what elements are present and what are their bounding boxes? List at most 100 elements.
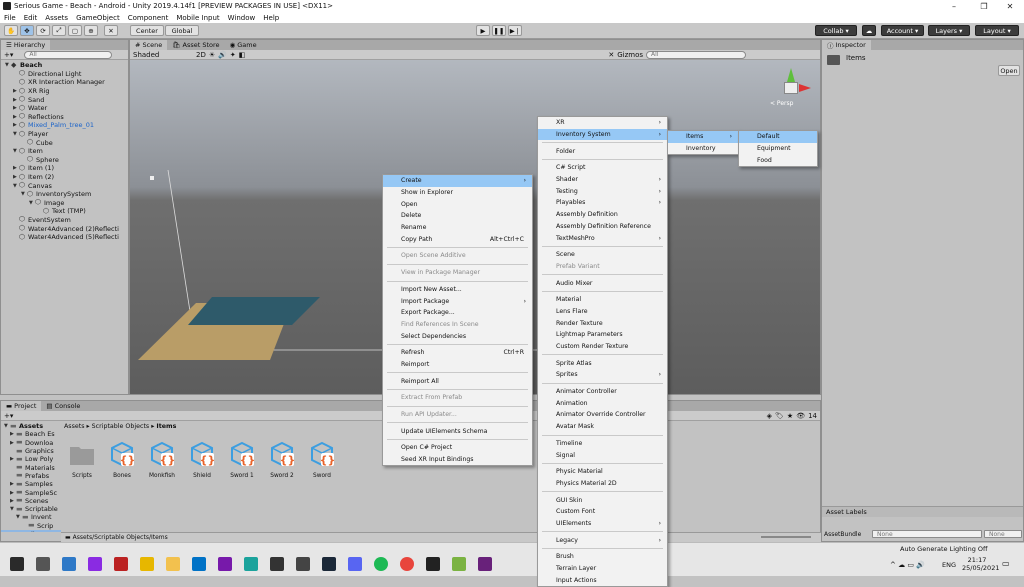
pause-icon[interactable]: ❚❚	[492, 25, 506, 36]
rect-tool-icon[interactable]: ▢	[68, 25, 82, 36]
create-item-gui-skin[interactable]: GUI Skin	[538, 494, 667, 506]
create-item-uielements[interactable]: UIElements ›	[538, 518, 667, 530]
asset-sword-2[interactable]: {} Sword 2	[264, 441, 300, 479]
asset-bones[interactable]: {} Bones	[104, 441, 140, 479]
hierarchy-item-canvas[interactable]: ▼ ⬡ Canvas	[1, 181, 128, 190]
app-icon[interactable]	[296, 557, 310, 571]
space-toggle[interactable]: Global	[165, 25, 199, 36]
context-item-copy-path[interactable]: Copy Path Alt+Ctrl+C	[383, 233, 532, 245]
project-folder-scriptable[interactable]: ▼ ▬ Scriptable	[1, 505, 61, 513]
context-item-rename[interactable]: Rename	[383, 222, 532, 234]
hierarchy-item-water4advanced-5-reflecti[interactable]: ⬡ Water4Advanced (5)Reflecti	[1, 233, 128, 242]
asset-sword-1[interactable]: {} Sword 1	[224, 441, 260, 479]
tray-icons[interactable]: ^ ☁ ▭ 🔊	[890, 561, 925, 569]
file-explorer-icon[interactable]	[166, 557, 180, 571]
minimize-icon[interactable]: –	[940, 0, 968, 12]
create-item-terrain-layer[interactable]: Terrain Layer	[538, 563, 667, 575]
create-item-animator-controller[interactable]: Animator Controller	[538, 386, 667, 398]
create-item-shader[interactable]: Shader ›	[538, 174, 667, 186]
create-item-c-script[interactable]: C# Script	[538, 162, 667, 174]
hierarchy-item-inventorysystem[interactable]: ▼ ⬡ InventorySystem	[1, 190, 128, 199]
effects-icon[interactable]: ✦	[230, 51, 236, 59]
menu-edit[interactable]: Edit	[20, 14, 42, 22]
menu-file[interactable]: File	[0, 14, 20, 22]
project-folder-scrip[interactable]: ▬ Scrip	[1, 522, 61, 530]
menu-assets[interactable]: Assets	[41, 14, 72, 22]
context-item-create[interactable]: Create ›	[383, 175, 532, 187]
breadcrumb-assets[interactable]: Assets	[64, 423, 85, 430]
project-folder-downloa[interactable]: ▶ ▬ Downloa	[1, 439, 61, 447]
app-icon[interactable]	[62, 557, 76, 571]
app-icon[interactable]	[36, 557, 50, 571]
context-item-open-c-project[interactable]: Open C# Project	[383, 442, 532, 454]
context-item-reimport-all[interactable]: Reimport All	[383, 375, 532, 387]
context-item-seed-xr-input-bindings[interactable]: Seed XR Input Bindings	[383, 454, 532, 466]
hierarchy-item-water4advanced-2-reflecti[interactable]: ⬡ Water4Advanced (2)Reflecti	[1, 224, 128, 233]
hierarchy-item-player[interactable]: ▼ ⬡ Player	[1, 130, 128, 139]
app-icon[interactable]	[244, 557, 258, 571]
rotate-tool-icon[interactable]: ⟳	[36, 25, 50, 36]
eye-icon[interactable]: 👁	[796, 412, 805, 420]
shading-dropdown[interactable]: Shaded	[133, 51, 193, 59]
create-icon[interactable]: +▾	[4, 412, 13, 420]
chrome-icon[interactable]	[400, 557, 414, 571]
tab-console[interactable]: ▤ Console	[41, 401, 85, 411]
items-item-equipment[interactable]: Equipment	[739, 143, 817, 155]
tab-project[interactable]: ▬ Project	[1, 401, 42, 411]
y-axis-icon[interactable]	[787, 68, 795, 82]
create-item-legacy[interactable]: Legacy ›	[538, 534, 667, 546]
audio-icon[interactable]: 🔊	[218, 51, 227, 59]
spotify-icon[interactable]	[374, 557, 388, 571]
items-item-default[interactable]: Default	[739, 131, 817, 143]
notifications-icon[interactable]: ▭	[1002, 559, 1010, 568]
hierarchy-item-xr-rig[interactable]: ▶ ⬡ XR Rig	[1, 87, 128, 96]
tab-game[interactable]: ◉ Game	[225, 40, 262, 50]
project-folder-prefabs[interactable]: ▬ Prefabs	[1, 472, 61, 480]
create-item-custom-font[interactable]: Custom Font	[538, 506, 667, 518]
project-folder-samplesc[interactable]: ▶ ▬ SampleSc	[1, 488, 61, 497]
filter-type-icon[interactable]: ◈	[767, 412, 772, 420]
hierarchy-item-item-1[interactable]: ▶ ⬡ Item (1)	[1, 164, 128, 173]
inventory-item-items[interactable]: Items ›	[668, 131, 738, 143]
create-item-input-actions[interactable]: Input Actions	[538, 574, 667, 586]
create-item-assembly-definition[interactable]: Assembly Definition	[538, 209, 667, 221]
breadcrumb-scriptable-objects[interactable]: Scriptable Objects	[92, 423, 150, 430]
tab-inspector[interactable]: ⓘ Inspector	[822, 40, 871, 50]
menu-window[interactable]: Window	[224, 14, 260, 22]
context-item-select-dependencies[interactable]: Select Dependencies	[383, 330, 532, 342]
menu-gameobject[interactable]: GameObject	[72, 14, 124, 22]
project-folder-invent[interactable]: ▼ ▬ Invent	[1, 513, 61, 521]
tab-asset-store[interactable]: 🛍 Asset Store	[167, 40, 224, 50]
context-item-open[interactable]: Open	[383, 198, 532, 210]
create-item-physics-material-2d[interactable]: Physics Material 2D	[538, 478, 667, 490]
gizmo-center-icon[interactable]	[784, 82, 798, 94]
app-icon[interactable]	[140, 557, 154, 571]
hierarchy-item-eventsystem[interactable]: ⬡ EventSystem	[1, 216, 128, 225]
project-folder-beach-es[interactable]: ▶ ▬ Beach Es	[1, 430, 61, 438]
hierarchy-search-input[interactable]: All	[24, 50, 113, 59]
hierarchy-item-image[interactable]: ▼ ⬡ Image	[1, 199, 128, 208]
hierarchy-item-directional-light[interactable]: ⬡ Directional Light	[1, 70, 128, 79]
open-button[interactable]: Open	[998, 65, 1020, 76]
context-item-delete[interactable]: Delete	[383, 210, 532, 222]
hierarchy-item-water[interactable]: ▶ ⬡ Water	[1, 104, 128, 113]
create-item-brush[interactable]: Brush	[538, 551, 667, 563]
create-item-physic-material[interactable]: Physic Material	[538, 466, 667, 478]
mode-2d-toggle[interactable]: 2D	[196, 51, 206, 59]
create-item-avatar-mask[interactable]: Avatar Mask	[538, 421, 667, 433]
close-icon[interactable]: ✕	[996, 0, 1024, 12]
context-item-import-new-asset[interactable]: Import New Asset...	[383, 284, 532, 296]
create-item-material[interactable]: Material	[538, 294, 667, 306]
scale-tool-icon[interactable]: ⤢	[52, 25, 66, 36]
asset-variant-dropdown[interactable]: None	[984, 530, 1022, 538]
unity-taskbar-icon[interactable]	[426, 557, 440, 571]
create-item-scene[interactable]: Scene	[538, 249, 667, 261]
context-item-export-package[interactable]: Export Package...	[383, 307, 532, 319]
hierarchy-item-item[interactable]: ▼ ⬡ Item	[1, 147, 128, 156]
onenote-icon[interactable]	[218, 557, 232, 571]
filter-label-icon[interactable]: 🏷	[775, 412, 784, 420]
context-item-import-package[interactable]: Import Package ›	[383, 295, 532, 307]
lighting-icon[interactable]: ☀	[209, 51, 215, 59]
hierarchy-item-xr-interaction-manager[interactable]: ⬡ XR Interaction Manager	[1, 78, 128, 87]
context-item-reimport[interactable]: Reimport	[383, 359, 532, 371]
